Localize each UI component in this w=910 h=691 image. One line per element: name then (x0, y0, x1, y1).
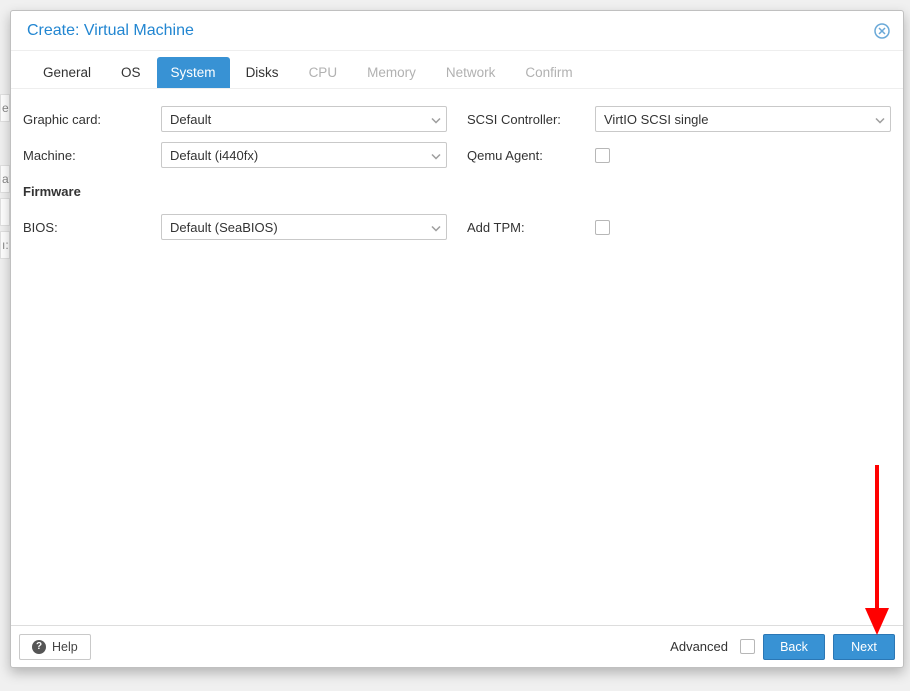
add-tpm-label: Add TPM: (467, 220, 595, 235)
machine-label: Machine: (23, 148, 161, 163)
back-button[interactable]: Back (763, 634, 825, 660)
create-vm-dialog: Create: Virtual Machine General OS Syste… (10, 10, 904, 668)
advanced-checkbox[interactable] (740, 639, 755, 654)
tab-memory: Memory (353, 57, 430, 88)
chevron-down-icon (431, 112, 441, 127)
scsi-combo[interactable]: VirtIO SCSI single (595, 106, 891, 132)
graphic-card-combo[interactable]: Default (161, 106, 447, 132)
tab-disks[interactable]: Disks (232, 57, 293, 88)
qemu-agent-checkbox[interactable] (595, 148, 610, 163)
bios-label: BIOS: (23, 220, 161, 235)
graphic-card-label: Graphic card: (23, 112, 161, 127)
graphic-card-value: Default (170, 112, 211, 127)
tab-os[interactable]: OS (107, 57, 155, 88)
tab-network: Network (432, 57, 510, 88)
chevron-down-icon (431, 220, 441, 235)
close-button[interactable] (873, 22, 891, 40)
dialog-header: Create: Virtual Machine (11, 11, 903, 51)
next-button[interactable]: Next (833, 634, 895, 660)
machine-combo[interactable]: Default (i440fx) (161, 142, 447, 168)
firmware-heading: Firmware (23, 184, 161, 199)
dialog-body: Graphic card: Default Machine: (11, 89, 903, 625)
dialog-title: Create: Virtual Machine (27, 22, 194, 40)
qemu-agent-label: Qemu Agent: (467, 148, 595, 163)
help-label: Help (52, 640, 78, 654)
help-icon: ? (32, 640, 46, 654)
tab-system[interactable]: System (157, 57, 230, 88)
chevron-down-icon (875, 112, 885, 127)
bios-combo[interactable]: Default (SeaBIOS) (161, 214, 447, 240)
dialog-footer: ? Help Advanced Back Next (11, 625, 903, 667)
machine-value: Default (i440fx) (170, 148, 258, 163)
scsi-label: SCSI Controller: (467, 112, 595, 127)
wizard-tabs: General OS System Disks CPU Memory Netwo… (11, 51, 903, 89)
advanced-label: Advanced (670, 639, 728, 654)
close-icon (874, 23, 890, 39)
add-tpm-checkbox[interactable] (595, 220, 610, 235)
tab-cpu: CPU (295, 57, 352, 88)
tab-general[interactable]: General (29, 57, 105, 88)
help-button[interactable]: ? Help (19, 634, 91, 660)
bios-value: Default (SeaBIOS) (170, 220, 278, 235)
scsi-value: VirtIO SCSI single (604, 112, 709, 127)
tab-confirm: Confirm (511, 57, 586, 88)
chevron-down-icon (431, 148, 441, 163)
